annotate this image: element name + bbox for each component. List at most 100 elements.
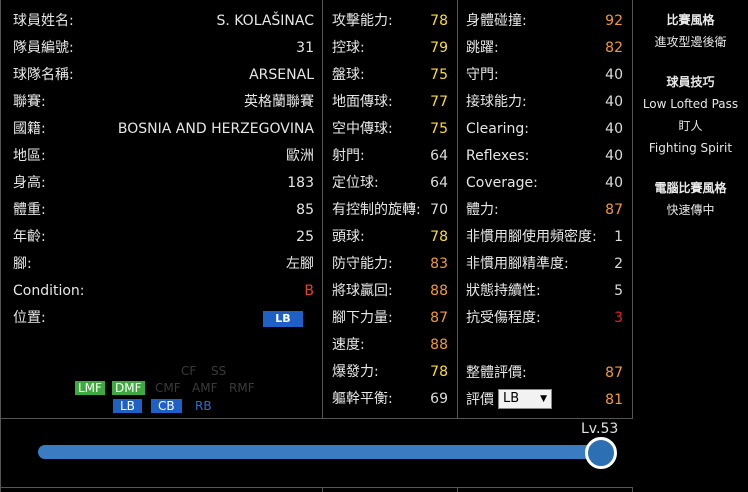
attr2-row: Coverage: 40 [458,170,632,197]
attr-label: 空中傳球: [332,121,393,137]
com-playing-style-title: 電腦比賽風格 [654,181,727,195]
info-row: 隊員編號: 31 [1,35,322,62]
attr-label: 有控制的旋轉: [332,202,421,218]
position-map-ss: SS [211,364,227,378]
attr2-label: 非慣用腳精準度: [466,256,569,272]
attr-label: 地面傳球: [332,94,393,110]
info-value: S. KOLAŠINAC [216,13,314,29]
info-label: 腳: [13,256,32,272]
attr-value: 78 [430,229,448,245]
attr2-row: 體力: 87 [458,197,632,224]
attr2-value: 5 [614,283,623,299]
info-value: 183 [287,175,314,191]
attr-value: 88 [430,337,448,353]
info-label: 體重: [13,202,46,218]
info-row: 地區: 歐洲 [1,143,322,170]
info-row: 體重: 85 [1,197,322,224]
position-badge: LB [263,311,303,327]
info-row: 身高: 183 [1,170,322,197]
attr-row: 射門: 64 [323,143,457,170]
attr2-value: 3 [614,310,623,326]
position-map-lmf: LMF [75,381,105,395]
level-slider-handle[interactable] [585,437,617,469]
attr2-label: 非慣用腳使用頻密度: [466,229,597,245]
info-row: 聯賽: 英格蘭聯賽 [1,89,322,116]
info-row: 位置: LB [1,305,322,332]
attr2-value: 1 [614,229,623,245]
attr2-row: 非慣用腳精準度: 2 [458,251,632,278]
attr2-label: 守門: [466,67,499,83]
attr-label: 頭球: [332,229,365,245]
attr-value: 75 [430,67,448,83]
attr2-value: 40 [605,94,623,110]
attr-value: 83 [430,256,448,272]
info-value: ARSENAL [249,67,314,83]
info-row: 球隊名稱: ARSENAL [1,62,322,89]
attr2-label: Clearing: [466,121,529,137]
play-style-sidebar: 比賽風格 進攻型邊後衛 球員技巧 Low Lofted Pass 盯人 Figh… [633,0,748,492]
attr-value: 69 [430,391,448,407]
position-rating-label: 評價 [466,392,494,408]
position-map-cb: CB [151,399,182,413]
attr2-value: 40 [605,121,623,137]
overall-rating-row: 整體評價: 87 [458,360,632,387]
attr-row: 軀幹平衡: 69 [323,386,457,413]
attr2-label: Reflexes: [466,148,530,164]
attr2-label: 身體碰撞: [466,13,527,29]
position-map-lb: LB [113,399,142,413]
attr-label: 速度: [332,337,365,353]
attr-label: 射門: [332,148,365,164]
level-label: Lv.53 [581,421,619,437]
attr-row: 盤球: 75 [323,62,457,89]
info-label: 身高: [13,175,46,191]
attr2-row: Reflexes: 40 [458,143,632,170]
info-label: Condition: [13,283,85,299]
info-label: 位置: [13,310,46,326]
info-label: 國籍: [13,121,46,137]
info-value: B [304,283,314,299]
info-value: 25 [296,229,314,245]
attr2-row: 非慣用腳使用頻密度: 1 [458,224,632,251]
attr-label: 腳下力量: [332,310,393,326]
attr-label: 軀幹平衡: [332,391,393,407]
attributes-panel: 攻擊能力: 78 控球: 79 盤球: 75 地面傳球: 77 空中傳球: 75 射門: 64 定位球:… [323,0,458,418]
footer-cell [458,487,633,492]
attr-row: 防守能力: 83 [323,251,457,278]
position-rating-row: 評價 LB ▼ 81 [458,387,632,414]
info-value: 31 [296,40,314,56]
attr2-label: Coverage: [466,175,538,191]
attr2-row: 守門: 40 [458,62,632,89]
attr-value: 77 [430,94,448,110]
attr-label: 爆發力: [332,364,379,380]
footer-cell [0,487,323,492]
info-row: Condition: B [1,278,322,305]
position-map-cmf: CMF [155,381,181,395]
position-select[interactable]: LB ▼ [498,389,552,409]
attr2-label: 體力: [466,202,499,218]
info-value: 左腳 [286,256,314,272]
attr2-value: 87 [605,202,623,218]
attr2-row: 抗受傷程度: 3 [458,305,632,332]
attr-value: 64 [430,148,448,164]
attr-value: 75 [430,121,448,137]
player-info-panel: 球員姓名: S. KOLAŠINAC 隊員編號: 31 球隊名稱: ARSENAL 聯賽: 英… [0,0,323,418]
info-value: BOSNIA AND HERZEGOVINA [117,121,314,137]
attr-value: 78 [430,364,448,380]
level-slider-track[interactable] [38,445,600,459]
attr-value: 70 [430,202,448,218]
attr-row: 空中傳球: 75 [323,116,457,143]
attr2-value: 2 [614,256,623,272]
attr2-row: 狀態持續性: 5 [458,278,632,305]
info-label: 年齡: [13,229,46,245]
info-row: 年齡: 25 [1,224,322,251]
info-row: 腳: 左腳 [1,251,322,278]
position-map-rb: RB [195,399,212,413]
playing-style-title: 比賽風格 [666,13,715,27]
info-label: 球員姓名: [13,13,74,29]
info-label: 隊員編號: [13,40,74,56]
overall-rating-value: 87 [605,365,623,381]
attr2-row: 身體碰撞: 92 [458,8,632,35]
info-value: 英格蘭聯賽 [244,94,314,110]
attr-label: 攻擊能力: [332,13,393,29]
playing-style-value: 進攻型邊後衛 [654,35,727,49]
